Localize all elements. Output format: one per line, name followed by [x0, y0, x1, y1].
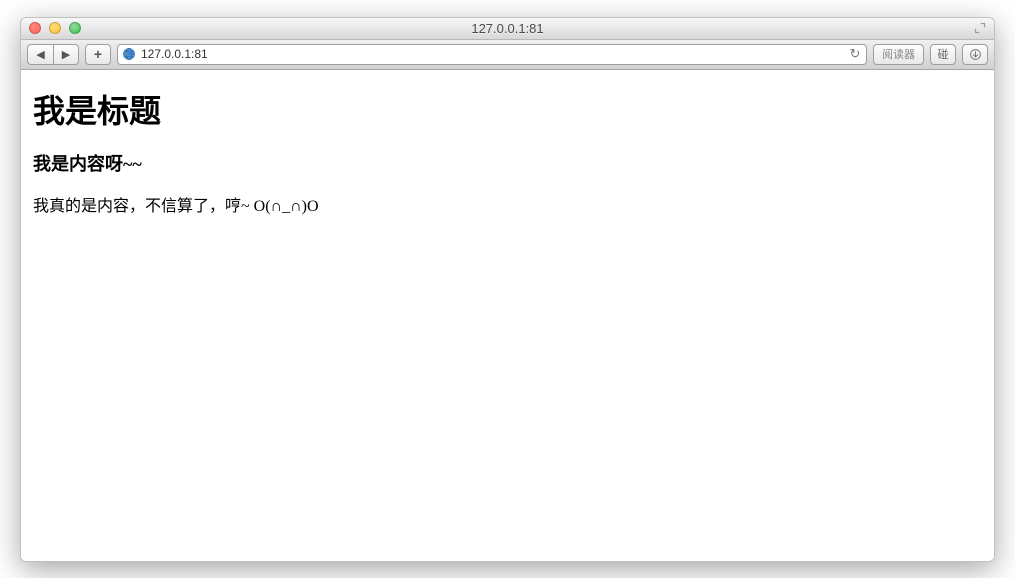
minimize-window-button[interactable]	[49, 22, 61, 34]
reload-icon: ↻	[850, 46, 861, 62]
window-title: 127.0.0.1:81	[471, 21, 543, 36]
page-body-text: 我真的是内容，不信算了，哼~ O(∩_∩)O	[33, 192, 982, 216]
close-window-button[interactable]	[29, 22, 41, 34]
share-button[interactable]: 碰	[930, 44, 956, 65]
page-subheading: 我是内容呀~~	[33, 150, 982, 176]
back-button[interactable]: ◀	[27, 44, 53, 65]
nav-button-group: ◀ ▶	[27, 44, 79, 65]
share-label: 碰	[938, 46, 949, 62]
toolbar: ◀ ▶ + ↻ 阅	[21, 40, 994, 70]
back-icon: ◀	[36, 48, 44, 61]
forward-button[interactable]: ▶	[53, 44, 79, 65]
fullscreen-icon[interactable]	[974, 22, 988, 36]
site-icon	[122, 47, 136, 61]
reader-button[interactable]: 阅读器	[873, 44, 924, 65]
add-bookmark-button[interactable]: +	[85, 44, 111, 65]
browser-window: 127.0.0.1:81 ◀ ▶ +	[20, 17, 995, 562]
title-bar: 127.0.0.1:81	[21, 18, 994, 40]
traffic-lights	[29, 22, 81, 34]
plus-icon: +	[94, 46, 102, 62]
reader-label: 阅读器	[882, 46, 915, 62]
downloads-button[interactable]	[962, 44, 988, 65]
url-bar[interactable]: ↻	[117, 44, 867, 65]
zoom-window-button[interactable]	[69, 22, 81, 34]
page-heading: 我是标题	[33, 86, 982, 132]
reload-button[interactable]: ↻	[848, 47, 862, 61]
url-input[interactable]	[141, 47, 843, 61]
content-area: 我是标题 我是内容呀~~ 我真的是内容，不信算了，哼~ O(∩_∩)O	[21, 70, 994, 561]
forward-icon: ▶	[62, 48, 70, 61]
download-icon	[969, 48, 982, 61]
